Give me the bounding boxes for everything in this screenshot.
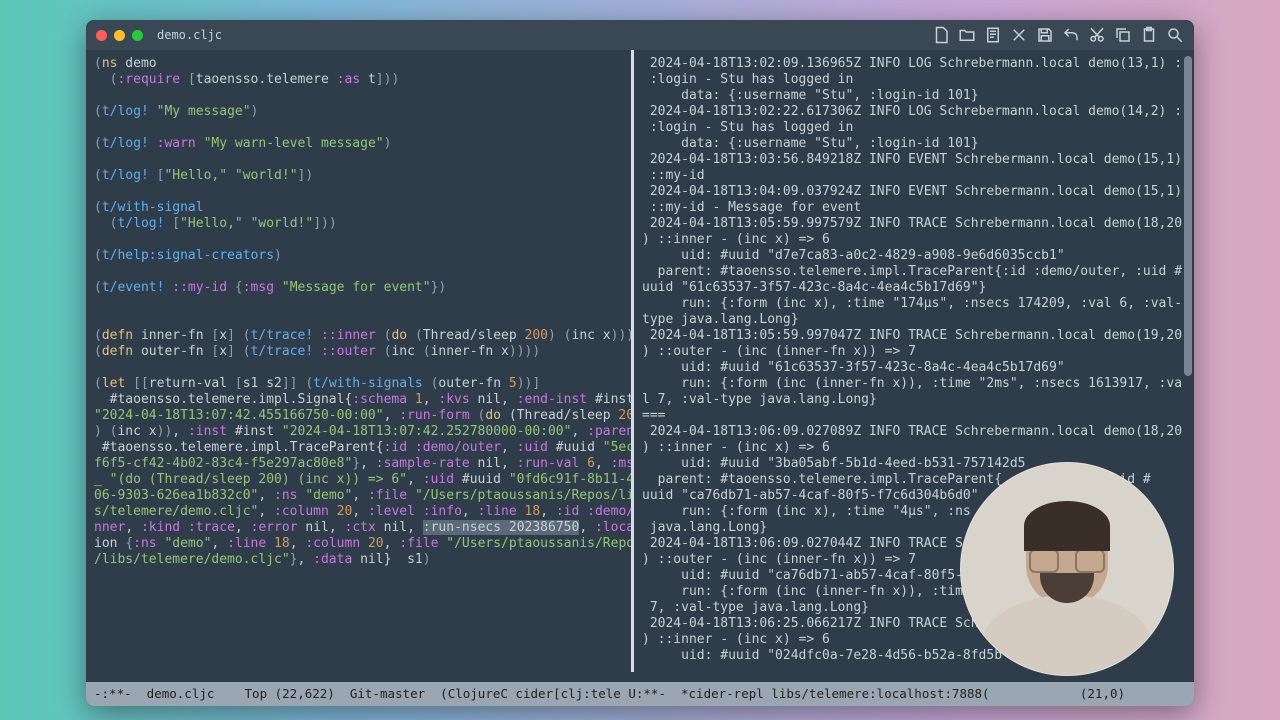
search-icon[interactable] <box>1166 26 1184 44</box>
close-x-icon[interactable] <box>1010 26 1028 44</box>
modeline-left: -:**- demo.cljc Top (22,622) Git-master … <box>94 682 621 706</box>
save-icon[interactable] <box>1036 26 1054 44</box>
titlebar: demo.cljc <box>86 20 1194 50</box>
new-doc-icon[interactable] <box>932 26 950 44</box>
minimize-icon[interactable] <box>114 30 125 41</box>
cut-icon[interactable] <box>1088 26 1106 44</box>
notes-icon[interactable] <box>984 26 1002 44</box>
window-controls <box>96 30 143 41</box>
open-folder-icon[interactable] <box>958 26 976 44</box>
modeline-right: U:**- *cider-repl libs/telemere:localhos… <box>621 682 1125 706</box>
copy-icon[interactable] <box>1114 26 1132 44</box>
webcam-overlay <box>960 462 1174 676</box>
editor-window: demo.cljc (ns demo (:require [taoensso.t… <box>86 20 1194 706</box>
paste-icon[interactable] <box>1140 26 1158 44</box>
source-pane[interactable]: (ns demo (:require [taoensso.telemere :a… <box>86 50 634 672</box>
scrollbar[interactable] <box>1184 56 1192 376</box>
modeline: -:**- demo.cljc Top (22,622) Git-master … <box>86 682 1194 706</box>
zoom-icon[interactable] <box>132 30 143 41</box>
toolbar <box>932 26 1184 44</box>
title-filename: demo.cljc <box>157 28 222 42</box>
close-icon[interactable] <box>96 30 107 41</box>
undo-icon[interactable] <box>1062 26 1080 44</box>
source-code: (ns demo (:require [taoensso.telemere :a… <box>94 56 623 568</box>
